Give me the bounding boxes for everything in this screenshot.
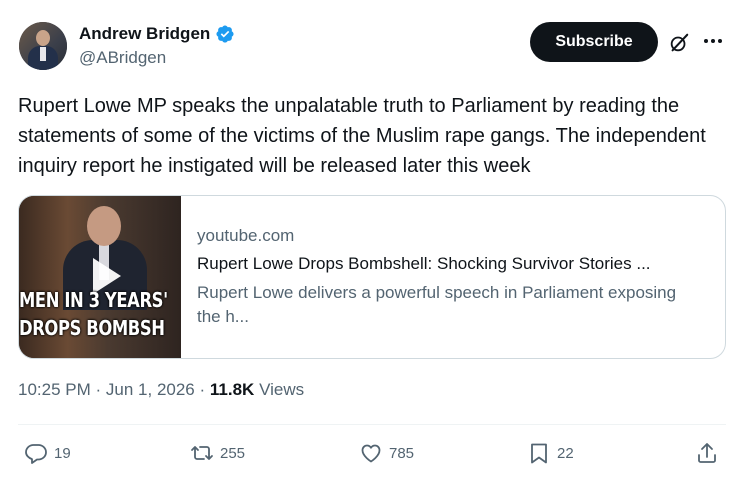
reply-count: 19 <box>54 444 71 462</box>
tweet-meta: 10:25 PM · Jun 1, 2026 · 11.8K Views <box>18 380 304 400</box>
thumbnail-caption-line2: DROPS BOMBSH <box>19 316 165 340</box>
views-label: Views <box>259 380 305 399</box>
subscribe-button[interactable]: Subscribe <box>530 22 658 62</box>
share-icon <box>698 443 716 463</box>
tweet-time[interactable]: 10:25 PM <box>18 380 91 399</box>
avatar[interactable] <box>19 22 67 70</box>
tweet-date[interactable]: Jun 1, 2026 <box>106 380 195 399</box>
author-handle[interactable]: @ABridgen <box>79 48 166 68</box>
heart-icon <box>361 444 381 463</box>
grok-icon[interactable] <box>668 32 690 54</box>
verified-badge-icon <box>216 25 234 43</box>
more-icon[interactable] <box>702 34 724 48</box>
card-title[interactable]: Rupert Lowe Drops Bombshell: Shocking Su… <box>197 254 651 274</box>
like-button[interactable]: 785 <box>359 441 414 465</box>
bookmark-icon <box>531 443 547 464</box>
repost-count: 255 <box>220 444 246 462</box>
link-preview-card[interactable]: MEN IN 3 YEARS' DROPS BOMBSH youtube.com… <box>18 195 726 359</box>
card-description: Rupert Lowe delivers a powerful speech i… <box>197 283 677 326</box>
meta-separator: · <box>199 380 206 399</box>
video-thumbnail[interactable]: MEN IN 3 YEARS' DROPS BOMBSH <box>19 196 181 358</box>
repost-icon <box>191 446 213 460</box>
reply-icon <box>25 444 47 464</box>
divider <box>18 424 726 425</box>
share-button[interactable] <box>695 441 719 465</box>
thumbnail-speaker-head <box>87 206 121 246</box>
meta-separator: · <box>95 380 102 399</box>
reply-button[interactable]: 19 <box>24 441 71 465</box>
bookmark-count: 22 <box>557 444 574 462</box>
author-display-name[interactable]: Andrew Bridgen <box>79 24 210 44</box>
views-count: 11.8K <box>209 380 255 399</box>
author-name-row: Andrew Bridgen <box>79 24 235 44</box>
bookmark-button[interactable]: 22 <box>527 441 574 465</box>
thumbnail-caption-line1: MEN IN 3 YEARS' <box>19 288 168 312</box>
avatar-figure-shirt <box>40 47 46 61</box>
avatar-figure-head <box>36 30 50 46</box>
repost-button[interactable]: 255 <box>190 441 245 465</box>
card-domain: youtube.com <box>197 226 295 245</box>
tweet-text: Rupert Lowe MP speaks the unpalatable tr… <box>18 95 706 177</box>
like-count: 785 <box>389 444 415 462</box>
